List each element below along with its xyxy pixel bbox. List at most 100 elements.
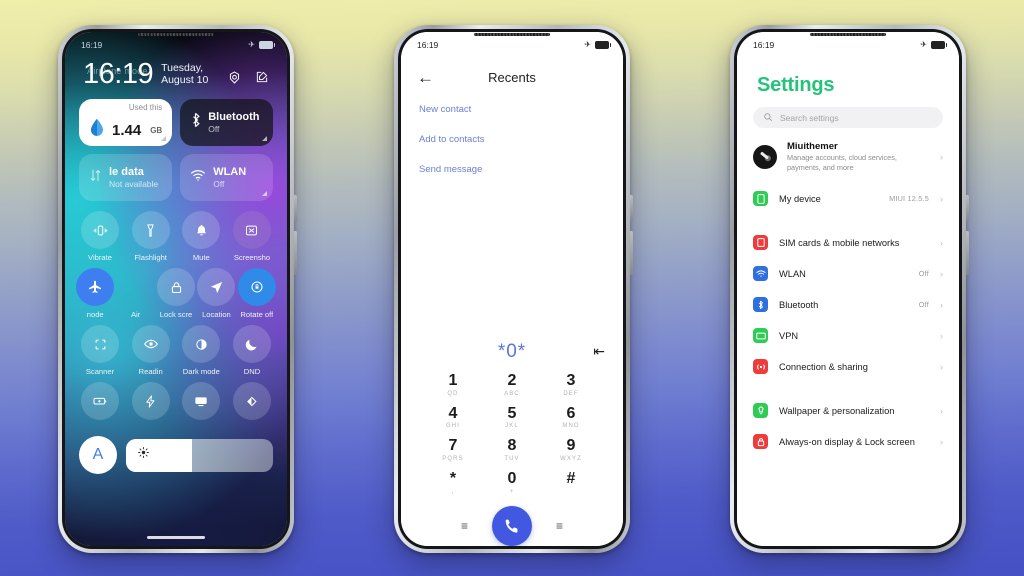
volume-button[interactable]	[630, 195, 633, 221]
key-letters: JKL	[505, 423, 519, 430]
toggle-label: Readin	[138, 367, 163, 376]
toggle-airplane-mode[interactable]: node	[75, 268, 115, 319]
key-9[interactable]: 9 WXYZ	[545, 438, 597, 464]
power-button[interactable]	[630, 231, 633, 275]
backspace-icon[interactable]: ⇤	[593, 343, 605, 360]
add-to-contacts-link[interactable]: Add to contacts	[419, 134, 605, 145]
screenshot-icon	[232, 211, 271, 249]
toggle-rotate[interactable]: Rotate off	[237, 268, 277, 319]
toggle-label: Screensho	[233, 253, 271, 262]
card-corner-indicator	[161, 136, 167, 141]
menu-icon-right[interactable]: ≡	[556, 519, 563, 533]
dialed-number-row: *0* ⇤	[401, 339, 623, 365]
dialpad-row: 4 GHI 5 JKL 6 MNO	[427, 405, 597, 432]
mobile-data-card[interactable]: le data Not available	[79, 154, 173, 201]
dialer-header: ← Recents	[401, 54, 623, 92]
toggle-row-3: Scanner Readin Dark mode DND	[75, 325, 277, 376]
new-contact-link[interactable]: New contact	[419, 104, 605, 115]
toggle-screenshot[interactable]: Screensho	[227, 211, 277, 262]
settings-item-label: My device	[779, 193, 821, 204]
power-button[interactable]	[294, 231, 297, 275]
chevron-right-icon: ›	[940, 237, 943, 248]
key-1[interactable]: 1 QD	[427, 372, 479, 399]
toggle-lightning[interactable]	[126, 382, 176, 424]
settings-item-always-on-display[interactable]: Always-on display & Lock screen ›	[737, 426, 959, 457]
quick-cards: Used this 1.44 GB le data Not available …	[65, 89, 287, 201]
toggle-mute[interactable]: Mute	[176, 211, 226, 262]
back-arrow-icon[interactable]: ←	[417, 69, 434, 86]
page-title: Recents	[488, 69, 536, 85]
account-name: Miuithemer	[787, 141, 838, 152]
settings-item-label: WLAN	[779, 268, 806, 279]
toggle-label: DND	[243, 367, 261, 376]
auto-brightness-button[interactable]: A	[79, 436, 117, 474]
chevron-right-icon: ›	[940, 193, 943, 204]
toggle-dark-mode[interactable]: Dark mode	[176, 325, 226, 376]
power-button[interactable]	[966, 231, 969, 275]
key-3[interactable]: 3 DEF	[545, 372, 597, 399]
device-icon	[753, 191, 768, 207]
mobile-data-icon	[89, 168, 102, 188]
settings-item-wallpaper[interactable]: Wallpaper & personalization ›	[737, 395, 959, 426]
call-button[interactable]	[492, 506, 532, 546]
key-7[interactable]: 7 PQRS	[427, 438, 479, 464]
dialed-number[interactable]: *0*	[498, 341, 526, 363]
toggle-reading-contrast[interactable]	[227, 382, 277, 424]
toggle-lock-screen[interactable]: Lock scre	[156, 268, 196, 319]
settings-gear-icon[interactable]	[227, 70, 242, 85]
key-0[interactable]: 0 +	[486, 470, 538, 497]
data-usage-amount: 1.44	[112, 121, 142, 139]
settings-item-my-device[interactable]: My device MIUI 12.5.5 ›	[737, 183, 959, 214]
toggle-scanner[interactable]: Scanner	[75, 325, 125, 376]
key-2[interactable]: 2 ABC	[486, 371, 538, 399]
menu-icon-left[interactable]: ≡	[461, 519, 468, 533]
wlan-subtitle: Off	[213, 179, 225, 189]
settings-item-bluetooth[interactable]: Bluetooth Off ›	[737, 289, 959, 320]
key-letters: TUV	[504, 456, 520, 463]
account-subtitle: Manage accounts, cloud services, payment…	[787, 153, 897, 172]
key-hash[interactable]: #	[545, 470, 597, 497]
toggle-dnd[interactable]: DND	[227, 325, 277, 376]
toggle-label: node	[86, 310, 104, 319]
key-8[interactable]: 8 TUV	[486, 438, 538, 464]
data-usage-card[interactable]: Used this 1.44 GB	[79, 99, 173, 146]
search-input[interactable]: Search settings	[753, 107, 943, 128]
brightness-slider[interactable]	[126, 438, 273, 472]
wlan-card[interactable]: WLAN Off	[180, 154, 273, 201]
key-digit: 2	[507, 371, 517, 389]
avatar	[753, 144, 777, 169]
bluetooth-card[interactable]: Bluetooth Off	[180, 99, 273, 146]
key-letters: QD	[447, 390, 459, 397]
volume-button[interactable]	[294, 195, 297, 221]
settings-item-sim-cards[interactable]: SIM cards & mobile networks ›	[737, 227, 959, 258]
settings-item-connection-sharing[interactable]: Connection & sharing ›	[737, 351, 959, 382]
send-message-link[interactable]: Send message	[419, 164, 605, 175]
status-time: 16:19	[81, 40, 103, 50]
key-digit: 9	[566, 437, 576, 455]
key-6[interactable]: 6 MNO	[545, 405, 597, 432]
data-usage-row: 1.44 GB	[89, 118, 162, 142]
wlan-text: WLAN Off	[213, 166, 246, 189]
bluetooth-text: Bluetooth Off	[208, 111, 259, 134]
settings-item-vpn[interactable]: VPN ›	[737, 320, 959, 351]
sim-icon	[753, 235, 768, 251]
account-text: Miuithemer Manage accounts, cloud servic…	[787, 141, 930, 172]
toggle-reading-mode[interactable]: Readin	[126, 325, 176, 376]
settings-item-wlan[interactable]: WLAN Off ›	[737, 258, 959, 289]
volume-button[interactable]	[966, 195, 969, 221]
dialpad-row: 7 PQRS 8 TUV 9 WXYZ	[427, 438, 597, 464]
key-4[interactable]: 4 GHI	[427, 405, 479, 432]
phone-screen: 16:19 ✈ Airplane mode 16:19 Tuesday, Aug…	[65, 32, 287, 546]
bluetooth-icon	[190, 112, 201, 133]
toggle-location[interactable]: Location	[196, 268, 236, 319]
toggle-cast[interactable]	[176, 382, 226, 424]
key-5[interactable]: 5 JKL	[486, 405, 538, 432]
toggle-vibrate[interactable]: Vibrate	[75, 211, 125, 262]
toggle-flashlight[interactable]: Flashlight	[126, 211, 176, 262]
account-row[interactable]: Miuithemer Manage accounts, cloud servic…	[737, 128, 959, 183]
toggle-air[interactable]: Air	[115, 268, 155, 319]
edit-icon[interactable]	[255, 70, 269, 85]
toggle-battery-saver[interactable]	[75, 382, 125, 424]
status-time: 16:19	[753, 40, 775, 50]
key-star[interactable]: * ,	[427, 470, 479, 497]
